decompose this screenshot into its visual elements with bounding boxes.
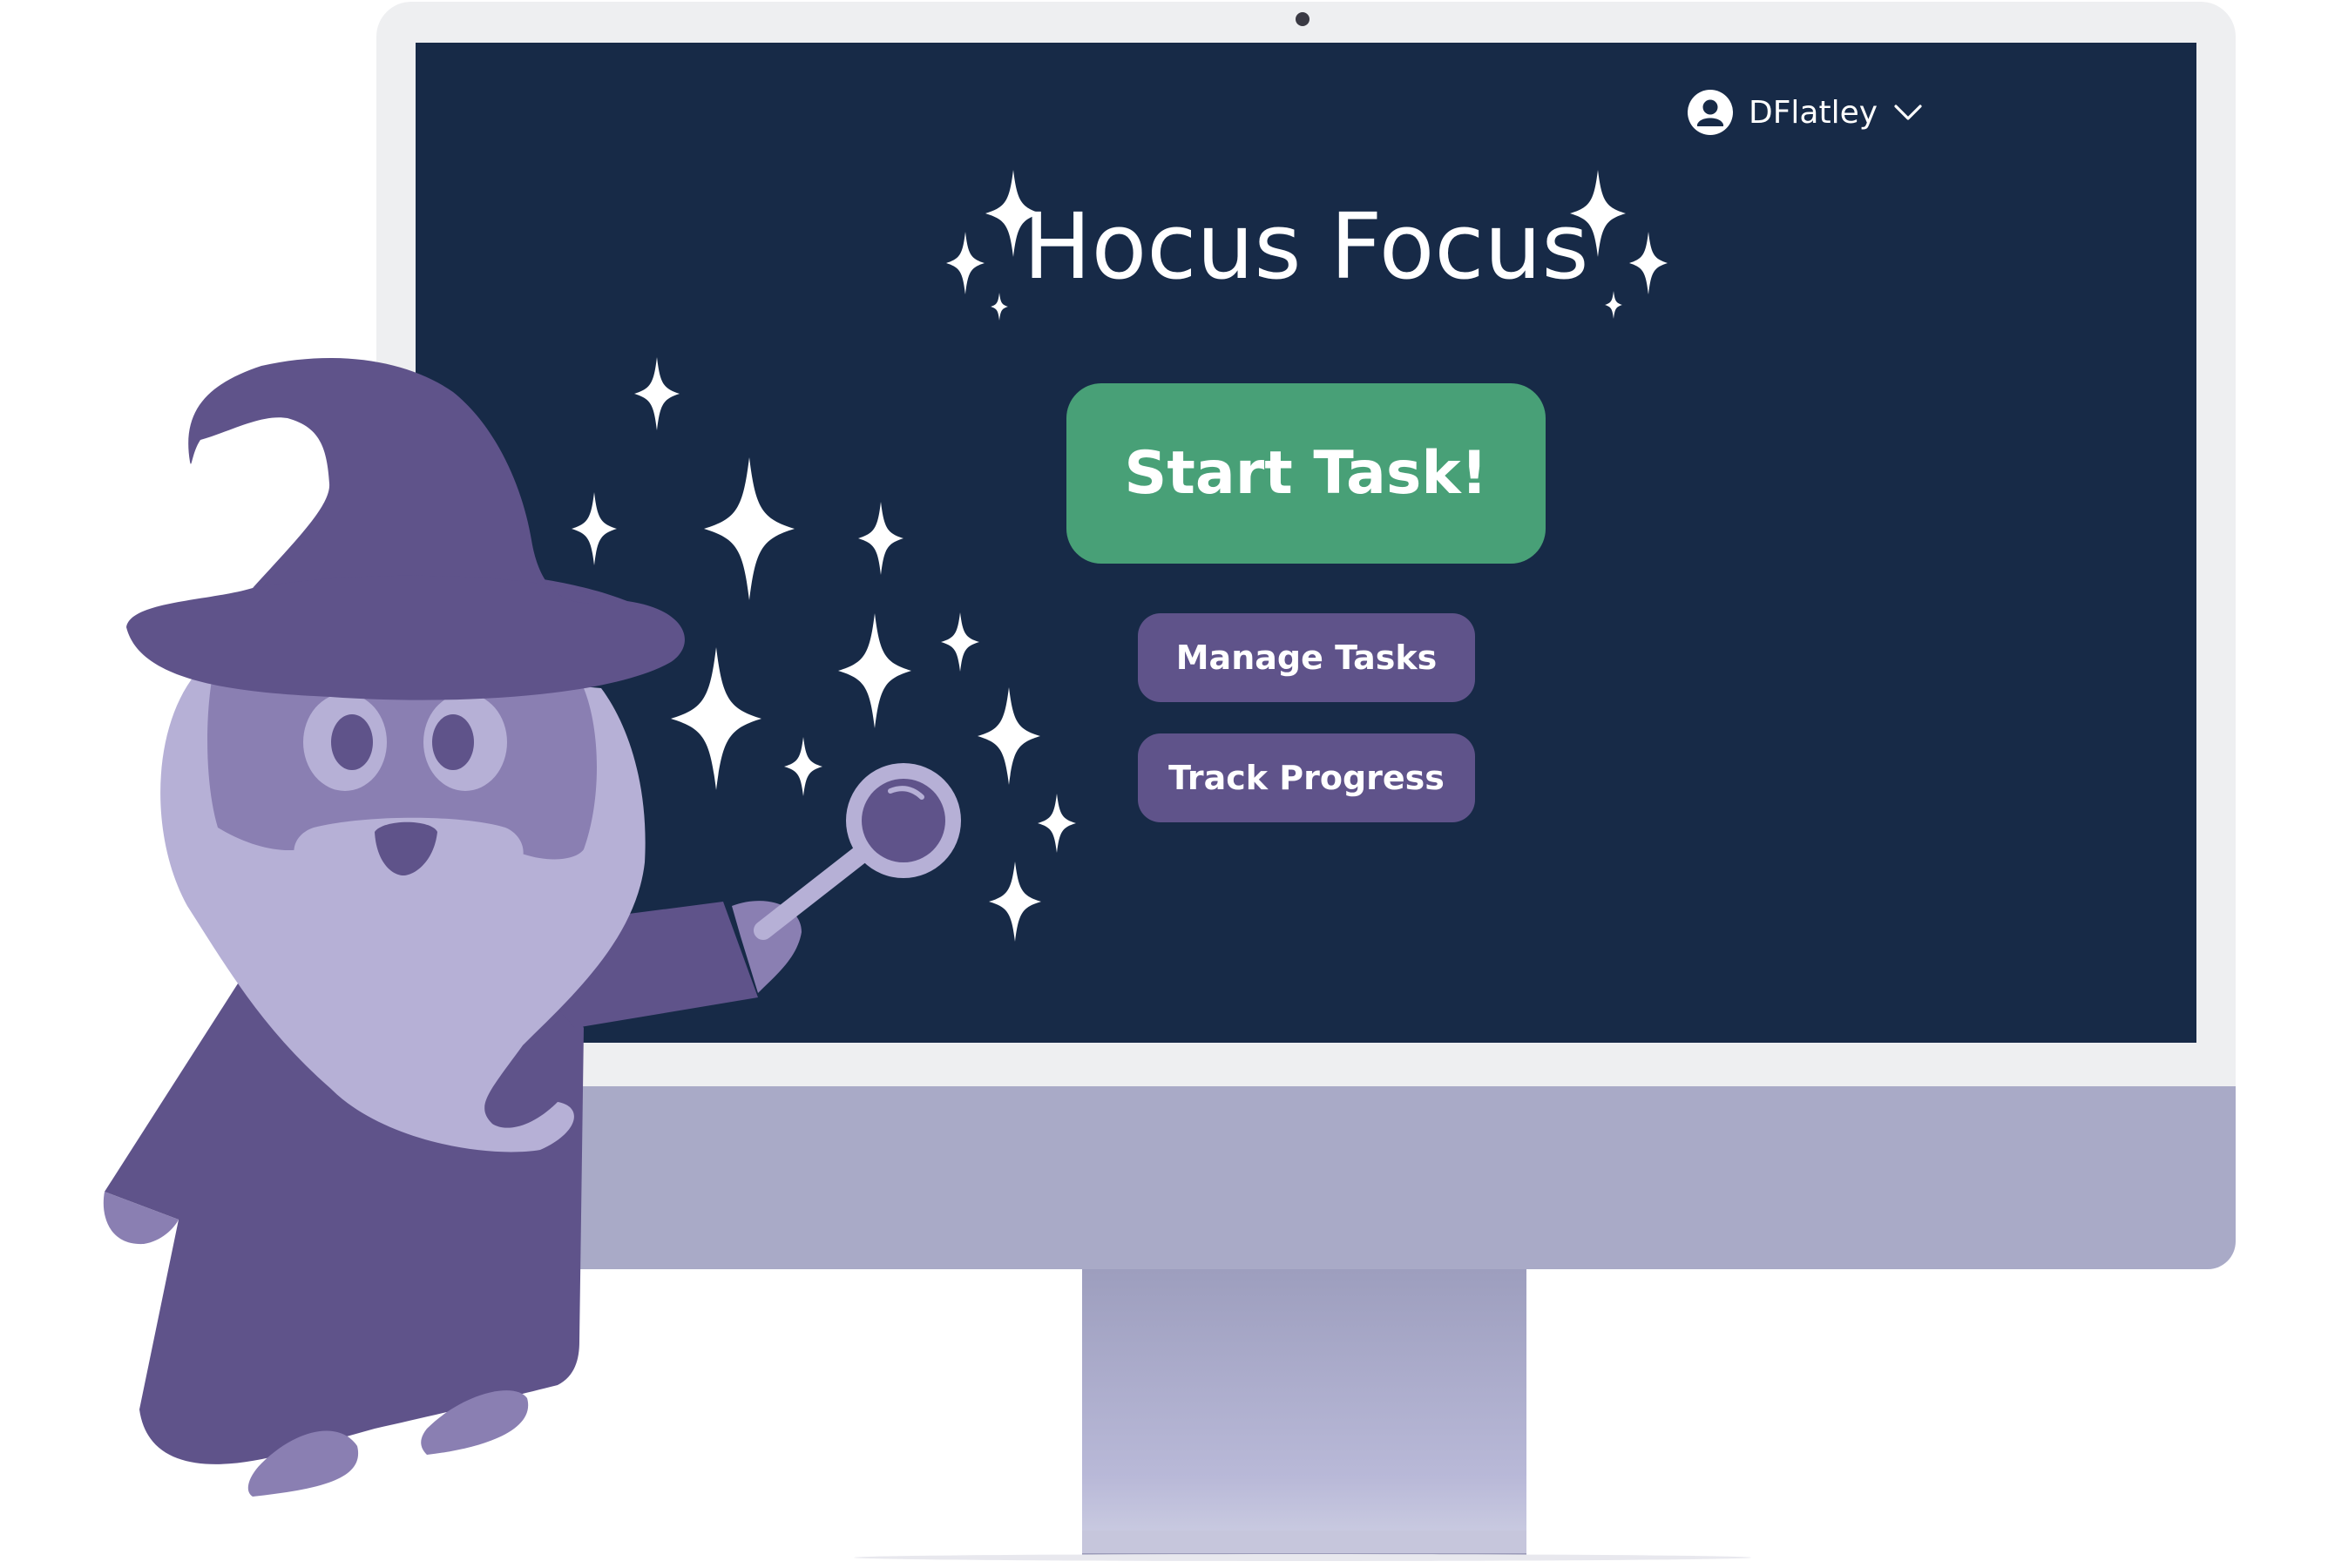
wizard-hat bbox=[126, 569, 685, 700]
wizard-mascot bbox=[103, 358, 961, 1497]
wand-icon bbox=[754, 840, 876, 940]
